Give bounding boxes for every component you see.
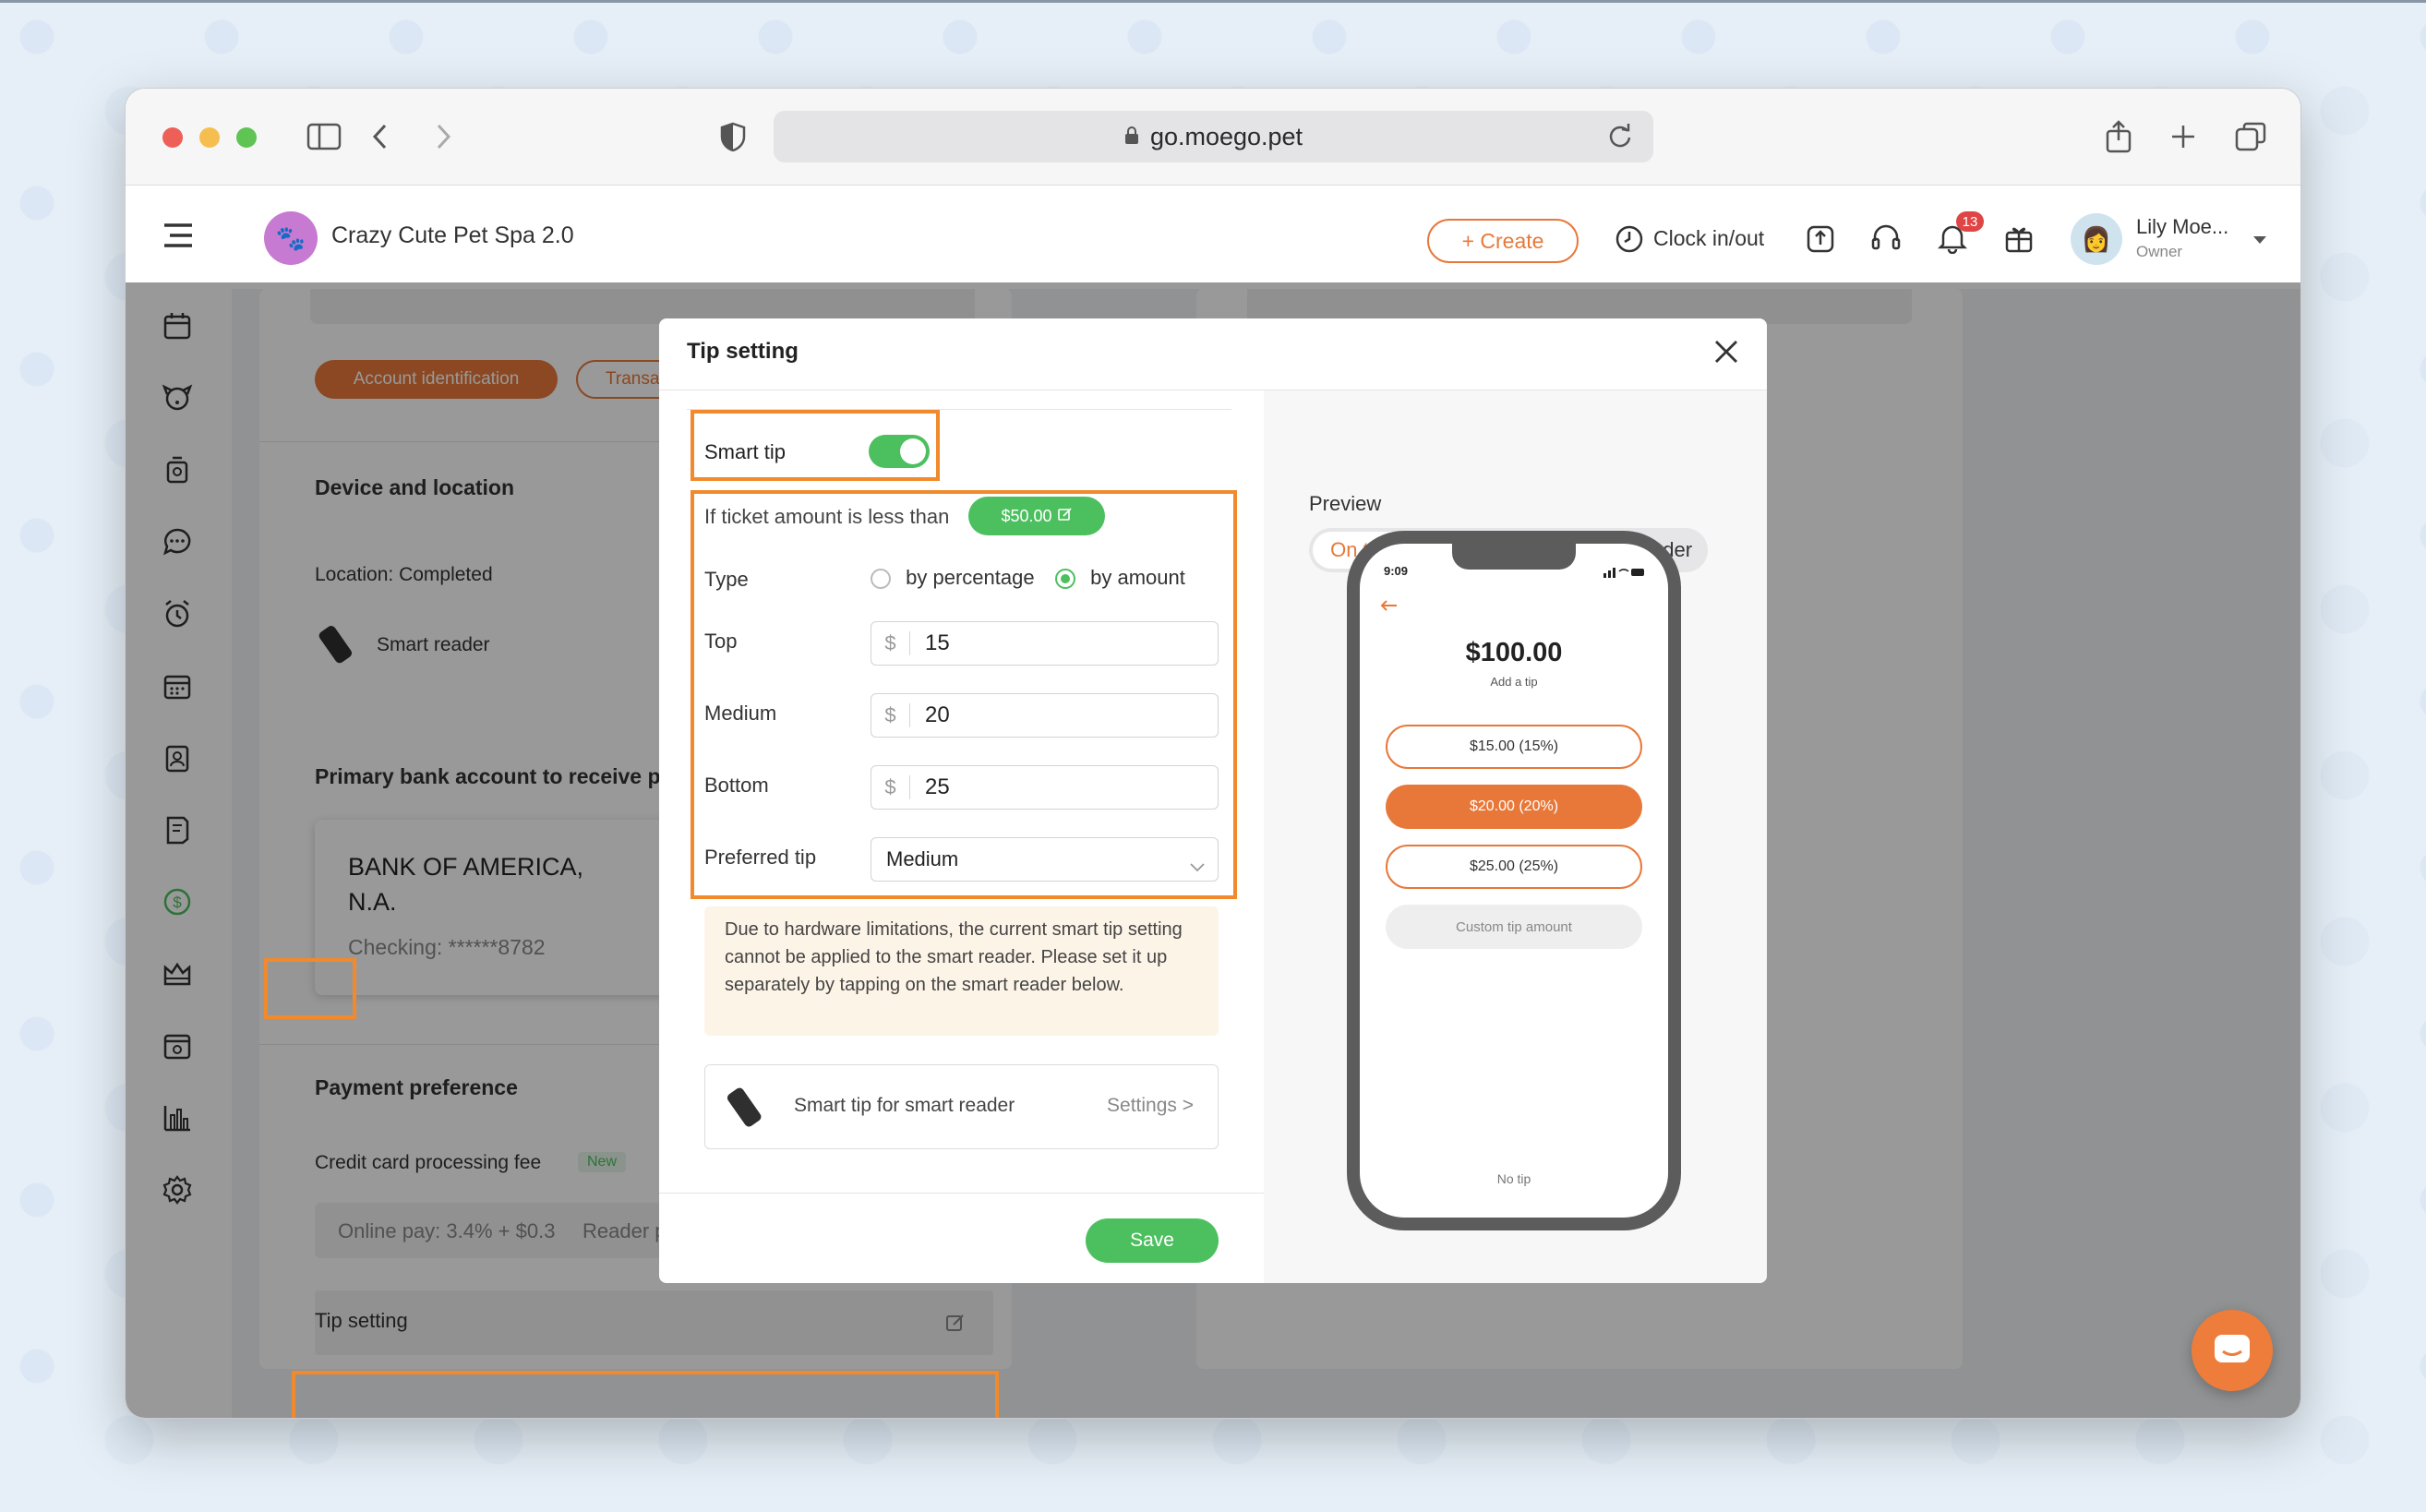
highlight-tip-setting-row — [292, 1371, 999, 1418]
highlight-tip-options — [691, 490, 1237, 899]
new-tab-plus-icon[interactable] — [2163, 116, 2204, 157]
lock-icon — [1124, 123, 1139, 151]
user-name[interactable]: Lily Moe... — [2136, 215, 2228, 239]
modal-title: Tip setting — [687, 339, 799, 364]
tab-overview-icon[interactable] — [2230, 116, 2271, 157]
reload-icon[interactable] — [1607, 122, 1633, 156]
user-menu-caret-icon[interactable] — [2252, 234, 2268, 250]
phone-notch — [1452, 542, 1576, 570]
smart-reader-tip-row[interactable]: Smart tip for smart reader Settings > — [704, 1064, 1219, 1149]
phone-preview: 9:09 $100.00 Add a tip $15.00 (15%) $20.… — [1347, 531, 1681, 1230]
clock-icon[interactable] — [1615, 224, 1644, 258]
forward-arrow-icon[interactable] — [423, 116, 463, 157]
browser-toolbar: go.moego.pet — [126, 89, 2300, 186]
create-button[interactable]: + Create — [1427, 219, 1579, 263]
phone-amount: $100.00 — [1465, 638, 1563, 667]
settings-link[interactable]: Settings > — [1107, 1095, 1194, 1117]
highlight-smart-tip — [691, 410, 940, 481]
business-name[interactable]: Crazy Cute Pet Spa 2.0 — [331, 222, 574, 249]
minimize-window-button[interactable] — [199, 127, 220, 148]
notification-count-badge: 13 — [1956, 211, 1984, 232]
tip-option-1: $15.00 (15%) — [1386, 725, 1642, 769]
sidebar-toggle-icon[interactable] — [304, 116, 344, 157]
phone-time: 9:09 — [1384, 564, 1409, 578]
app-header: 🐾 Crazy Cute Pet Spa 2.0 + Create Clock … — [126, 186, 2300, 289]
url-text: go.moego.pet — [1149, 122, 1303, 150]
gift-icon[interactable] — [2004, 222, 2034, 258]
chat-support-launcher[interactable] — [2192, 1310, 2273, 1391]
custom-tip-button: Custom tip amount — [1386, 905, 1642, 949]
hardware-notice: Due to hardware limitations, the current… — [704, 906, 1219, 1036]
footer-divider — [659, 1193, 1264, 1194]
upload-icon[interactable] — [1806, 224, 1835, 258]
address-bar[interactable]: go.moego.pet — [774, 111, 1653, 162]
phone-back-arrow-icon — [1380, 599, 1399, 617]
support-headset-icon[interactable] — [1870, 224, 1902, 258]
highlight-payments-nav — [264, 958, 356, 1019]
close-icon[interactable] — [1713, 339, 1739, 369]
user-role: Owner — [2136, 243, 2183, 260]
user-avatar[interactable]: 👩 — [2071, 213, 2122, 265]
smart-reader-tip-label: Smart tip for smart reader — [794, 1095, 1015, 1116]
clock-in-out-button[interactable]: Clock in/out — [1653, 226, 1764, 251]
business-logo-avatar[interactable]: 🐾 — [264, 211, 318, 265]
no-tip-label: No tip — [1496, 1171, 1531, 1186]
save-button[interactable]: Save — [1086, 1218, 1219, 1263]
phone-add-tip: Add a tip — [1490, 675, 1538, 689]
chat-bubble-icon — [2215, 1335, 2250, 1362]
back-arrow-icon[interactable] — [360, 116, 401, 157]
screen-top-edge — [0, 0, 2426, 3]
menu-hamburger-icon[interactable] — [162, 222, 194, 253]
preview-title: Preview — [1309, 492, 1382, 515]
smart-reader-device-icon — [722, 1084, 768, 1134]
phone-status-icons — [1603, 566, 1644, 582]
tip-option-3: $25.00 (25%) — [1386, 845, 1642, 889]
privacy-shield-icon[interactable] — [713, 116, 753, 157]
share-icon[interactable] — [2098, 116, 2139, 157]
tip-option-2-selected: $20.00 (20%) — [1386, 785, 1642, 829]
close-window-button[interactable] — [162, 127, 183, 148]
maximize-window-button[interactable] — [236, 127, 257, 148]
